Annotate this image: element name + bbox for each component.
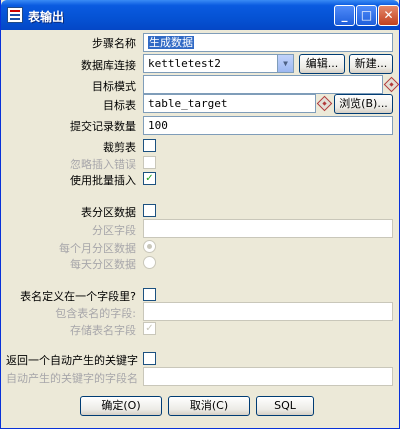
ok-button[interactable]: 确定(O): [80, 396, 162, 416]
partition-field-input[interactable]: [143, 219, 393, 238]
key-field-name-label: 自动产生的关键字的字段名: [6, 372, 138, 385]
truncate-label: 裁剪表: [103, 141, 136, 154]
edit-connection-button[interactable]: 编辑...: [299, 54, 345, 74]
truncate-checkbox[interactable]: [143, 139, 156, 152]
partition-daily-label: 每天分区数据: [70, 258, 136, 271]
batch-insert-checkbox[interactable]: ✓: [143, 172, 156, 185]
window-title: 表输出: [28, 10, 65, 24]
store-table-name-label: 存储表名字段: [70, 324, 136, 337]
connection-label: 数据库连接: [81, 59, 136, 72]
table-in-field-checkbox[interactable]: [143, 288, 156, 301]
step-name-input[interactable]: 生成数据: [143, 33, 393, 52]
store-table-name-checkbox[interactable]: ✓: [143, 322, 156, 335]
connection-select[interactable]: kettletest2 ▼: [143, 54, 294, 73]
browse-button[interactable]: 浏览(B)...: [334, 94, 393, 114]
key-field-name-input[interactable]: [143, 367, 393, 386]
step-name-value: 生成数据: [148, 36, 194, 49]
table-name-field-input[interactable]: [143, 302, 393, 321]
table-in-field-label: 表名定义在一个字段里?: [20, 290, 136, 303]
ignore-errors-label: 忽略插入错误: [70, 158, 136, 171]
variable-icon: [316, 95, 333, 112]
minimize-button[interactable]: _: [334, 5, 355, 26]
partition-label: 表分区数据: [81, 206, 136, 219]
variable-icon: [383, 76, 400, 93]
step-name-label: 步骤名称: [92, 37, 136, 50]
connection-value: kettletest2: [148, 57, 221, 70]
chevron-down-icon[interactable]: ▼: [277, 55, 293, 72]
batch-insert-label: 使用批量插入: [70, 174, 136, 187]
maximize-button[interactable]: □: [356, 5, 377, 26]
checkmark-icon: ✓: [145, 173, 154, 184]
partition-checkbox[interactable]: [143, 204, 156, 217]
partition-daily-radio[interactable]: [143, 256, 156, 269]
ignore-errors-checkbox[interactable]: [143, 156, 156, 169]
target-table-input[interactable]: table_target: [143, 94, 316, 113]
target-schema-input[interactable]: [143, 75, 383, 94]
return-key-checkbox[interactable]: [143, 352, 156, 365]
sql-button[interactable]: SQL: [256, 396, 314, 416]
table-output-icon: [7, 7, 23, 23]
new-connection-button[interactable]: 新建...: [349, 54, 393, 74]
commit-size-input[interactable]: 100: [143, 116, 393, 135]
partition-field-label: 分区字段: [92, 224, 136, 237]
title-bar[interactable]: 表输出 _ □ ✕: [1, 0, 399, 30]
target-table-label: 目标表: [103, 99, 136, 112]
return-key-label: 返回一个自动产生的关键字: [6, 354, 138, 367]
commit-size-label: 提交记录数量: [70, 120, 136, 133]
table-output-dialog: 表输出 _ □ ✕ 步骤名称 生成数据 数据库连接 kettletest2 ▼ …: [0, 0, 400, 429]
table-name-field-label: 包含表名的字段:: [55, 307, 136, 320]
close-button[interactable]: ✕: [378, 5, 399, 26]
partition-monthly-radio[interactable]: [143, 240, 156, 253]
cancel-button[interactable]: 取消(C): [168, 396, 250, 416]
target-schema-label: 目标模式: [92, 80, 136, 93]
partition-monthly-label: 每个月分区数据: [59, 242, 136, 255]
checkmark-icon: ✓: [145, 323, 154, 334]
